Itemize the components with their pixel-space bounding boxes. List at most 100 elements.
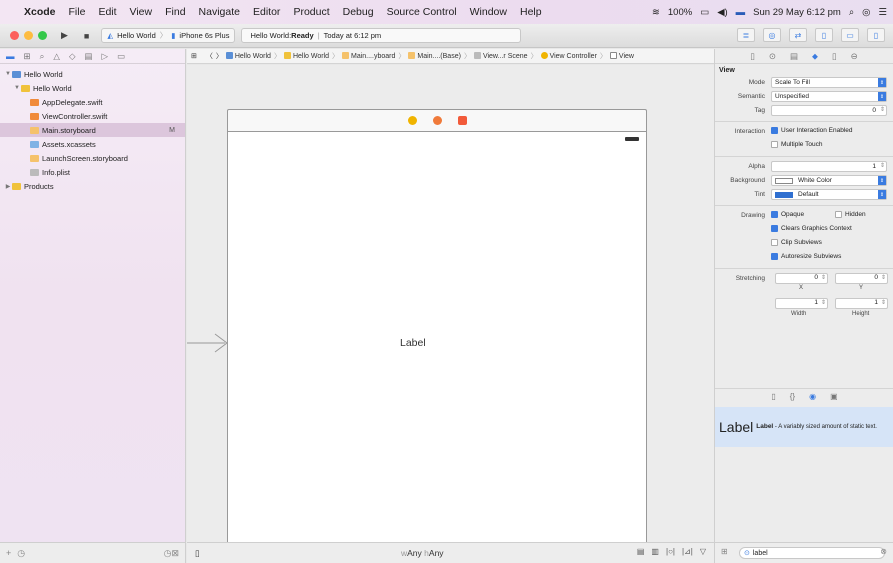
clear-filter-icon[interactable]: ⊗ — [880, 547, 887, 556]
menu-edit[interactable]: Edit — [98, 6, 116, 18]
menu-editor[interactable]: Editor — [253, 6, 280, 18]
user-icon[interactable]: ◎ — [862, 7, 870, 18]
stack-icon[interactable]: ▥ — [651, 547, 659, 556]
disclosure-triangle-icon[interactable]: ▼ — [13, 85, 21, 91]
toggle-navigator-icon[interactable]: ▯ — [815, 28, 833, 42]
alpha-field[interactable]: 1 ⇕ — [771, 161, 887, 172]
stepper-icon[interactable]: ⇕ — [881, 274, 886, 281]
quick-help-tab-icon[interactable]: ⊙ — [769, 51, 776, 62]
issue-navigator-tab-icon[interactable]: △ — [53, 51, 60, 62]
breadcrumb-view-controller[interactable]: View Controller — [540, 52, 597, 60]
breadcrumb-storyboard[interactable]: Main....yboard — [342, 52, 395, 60]
library-filter-input[interactable]: ⊙ label — [739, 547, 885, 559]
menu-help[interactable]: Help — [520, 6, 542, 18]
menu-find[interactable]: Find — [165, 6, 185, 18]
document-outline-toggle-icon[interactable]: ▯ — [195, 548, 200, 559]
debug-navigator-tab-icon[interactable]: ▤ — [84, 51, 92, 62]
stepper-icon[interactable]: ⇕ — [880, 162, 885, 169]
report-navigator-tab-icon[interactable]: ▭ — [117, 51, 125, 62]
test-navigator-tab-icon[interactable]: ◇ — [69, 51, 76, 62]
navigator-item[interactable]: ▼ Hello World — [0, 81, 185, 95]
code-snippet-library-icon[interactable]: {} — [790, 392, 795, 402]
spotlight-icon[interactable]: ⌕ — [849, 7, 854, 18]
exit-icon[interactable] — [457, 116, 467, 125]
stretch-x-field[interactable]: 0 ⇕ — [775, 273, 828, 284]
menu-app[interactable]: Xcode — [24, 6, 56, 18]
view-controller-icon[interactable] — [407, 116, 417, 125]
find-navigator-tab-icon[interactable]: ⌕ — [40, 51, 45, 62]
stepper-icon[interactable]: ⇕ — [881, 299, 886, 306]
standard-editor-icon[interactable]: ≣ — [737, 28, 755, 42]
battery-percent[interactable]: 100% — [668, 7, 692, 18]
volume-icon[interactable]: ◀) — [717, 7, 727, 18]
media-library-icon[interactable]: ▣ — [830, 392, 838, 402]
menu-clock[interactable]: Sun 29 May 6:12 pm — [753, 7, 841, 18]
breadcrumb-scene[interactable]: View...r Scene — [473, 52, 528, 60]
tint-popup[interactable]: Default ⇕ — [771, 189, 887, 200]
assistant-editor-icon[interactable]: ◎ — [763, 28, 781, 42]
menu-view[interactable]: View — [130, 6, 153, 18]
storyboard-canvas[interactable]: Label — [187, 65, 714, 546]
scheme-selector[interactable]: ◭ Hello World 〉 ▮ iPhone 6s Plus — [101, 28, 236, 43]
disclosure-triangle-icon[interactable]: ▶ — [4, 183, 12, 190]
symbol-navigator-tab-icon[interactable]: ⊞ — [24, 51, 31, 62]
background-popup[interactable]: White Color ⇕ — [771, 175, 887, 186]
size-class-control[interactable]: wAny hAny — [401, 548, 444, 558]
update-frames-icon[interactable]: ▤ — [637, 547, 645, 556]
navigator-item[interactable]: ▶ Products — [0, 179, 185, 193]
menu-debug[interactable]: Debug — [343, 6, 374, 18]
breakpoint-navigator-tab-icon[interactable]: ▷ — [102, 51, 109, 62]
resolve-issues-icon[interactable]: ▽ — [700, 547, 706, 556]
initial-view-controller-arrow[interactable] — [187, 333, 229, 353]
project-navigator-tab-icon[interactable]: ▬ — [6, 51, 15, 61]
navigator-item[interactable]: ▼ Hello World — [0, 67, 185, 81]
back-icon[interactable]: 〈 — [206, 51, 213, 61]
stretch-width-field[interactable]: 1 ⇕ — [775, 298, 828, 309]
align-icon[interactable]: |○| — [666, 547, 675, 556]
stretch-y-field[interactable]: 0 ⇕ — [835, 273, 888, 284]
add-file-icon[interactable]: + — [6, 548, 11, 558]
navigator-item[interactable]: AppDelegate.swift — [0, 95, 185, 109]
stepper-icon[interactable]: ⇕ — [821, 274, 826, 281]
autoresize-subviews-checkbox[interactable]: Autoresize Subviews — [771, 253, 841, 260]
connections-inspector-tab-icon[interactable]: ⊖ — [851, 51, 858, 62]
toggle-debug-area-icon[interactable]: ▭ — [841, 28, 859, 42]
file-inspector-tab-icon[interactable]: ▯ — [750, 51, 755, 62]
file-template-library-icon[interactable]: ▯ — [771, 392, 775, 402]
stepper-icon[interactable]: ⇕ — [821, 299, 826, 306]
recent-filter-icon[interactable]: ◷ — [17, 548, 25, 559]
breadcrumb-project[interactable]: Hello World — [225, 52, 271, 60]
menu-navigate[interactable]: Navigate — [199, 6, 240, 18]
menu-window[interactable]: Window — [470, 6, 507, 18]
stepper-icon[interactable]: ⇕ — [880, 106, 885, 113]
clears-graphics-checkbox[interactable]: Clears Graphics Context — [771, 225, 852, 232]
forward-icon[interactable]: 〉 — [216, 51, 223, 61]
navigator-item[interactable]: Assets.xcassets — [0, 137, 185, 151]
notification-center-icon[interactable]: ☰ — [878, 7, 887, 18]
related-items-icon[interactable]: ⊞ — [191, 52, 197, 60]
object-library-icon[interactable]: ◉ — [809, 392, 816, 402]
view-controller-scene[interactable]: Label — [227, 131, 647, 546]
opaque-checkbox[interactable]: Opaque — [771, 211, 804, 218]
navigator-item[interactable]: LaunchScreen.storyboard — [0, 151, 185, 165]
semantic-popup[interactable]: Unspecified ⇕ — [771, 91, 887, 102]
close-window-button[interactable] — [10, 31, 19, 40]
stop-icon[interactable]: ■ — [84, 31, 89, 41]
breadcrumb-base[interactable]: Main....(Base) — [408, 52, 461, 60]
run-icon[interactable]: ▶ — [61, 30, 68, 41]
multiple-touch-checkbox[interactable]: Multiple Touch — [771, 141, 822, 148]
disclosure-triangle-icon[interactable]: ▼ — [4, 71, 12, 77]
attributes-inspector-tab-icon[interactable]: ⬥ — [812, 51, 818, 62]
navigator-item[interactable]: ViewController.swift — [0, 109, 185, 123]
identity-inspector-tab-icon[interactable]: ▤ — [790, 51, 798, 62]
menu-file[interactable]: File — [69, 6, 86, 18]
breadcrumb-group[interactable]: Hello World — [283, 52, 329, 60]
minimize-window-button[interactable] — [24, 31, 33, 40]
grid-view-icon[interactable]: ⊞ — [721, 547, 728, 556]
mode-popup[interactable]: Scale To Fill ⇕ — [771, 77, 887, 88]
navigator-item[interactable]: Main.storyboard M — [0, 123, 185, 137]
toggle-utilities-icon[interactable]: ▯ — [867, 28, 885, 42]
size-inspector-tab-icon[interactable]: ▯ — [832, 51, 837, 62]
wifi-icon[interactable]: ≋ — [652, 7, 660, 18]
version-editor-icon[interactable]: ⇄ — [789, 28, 807, 42]
